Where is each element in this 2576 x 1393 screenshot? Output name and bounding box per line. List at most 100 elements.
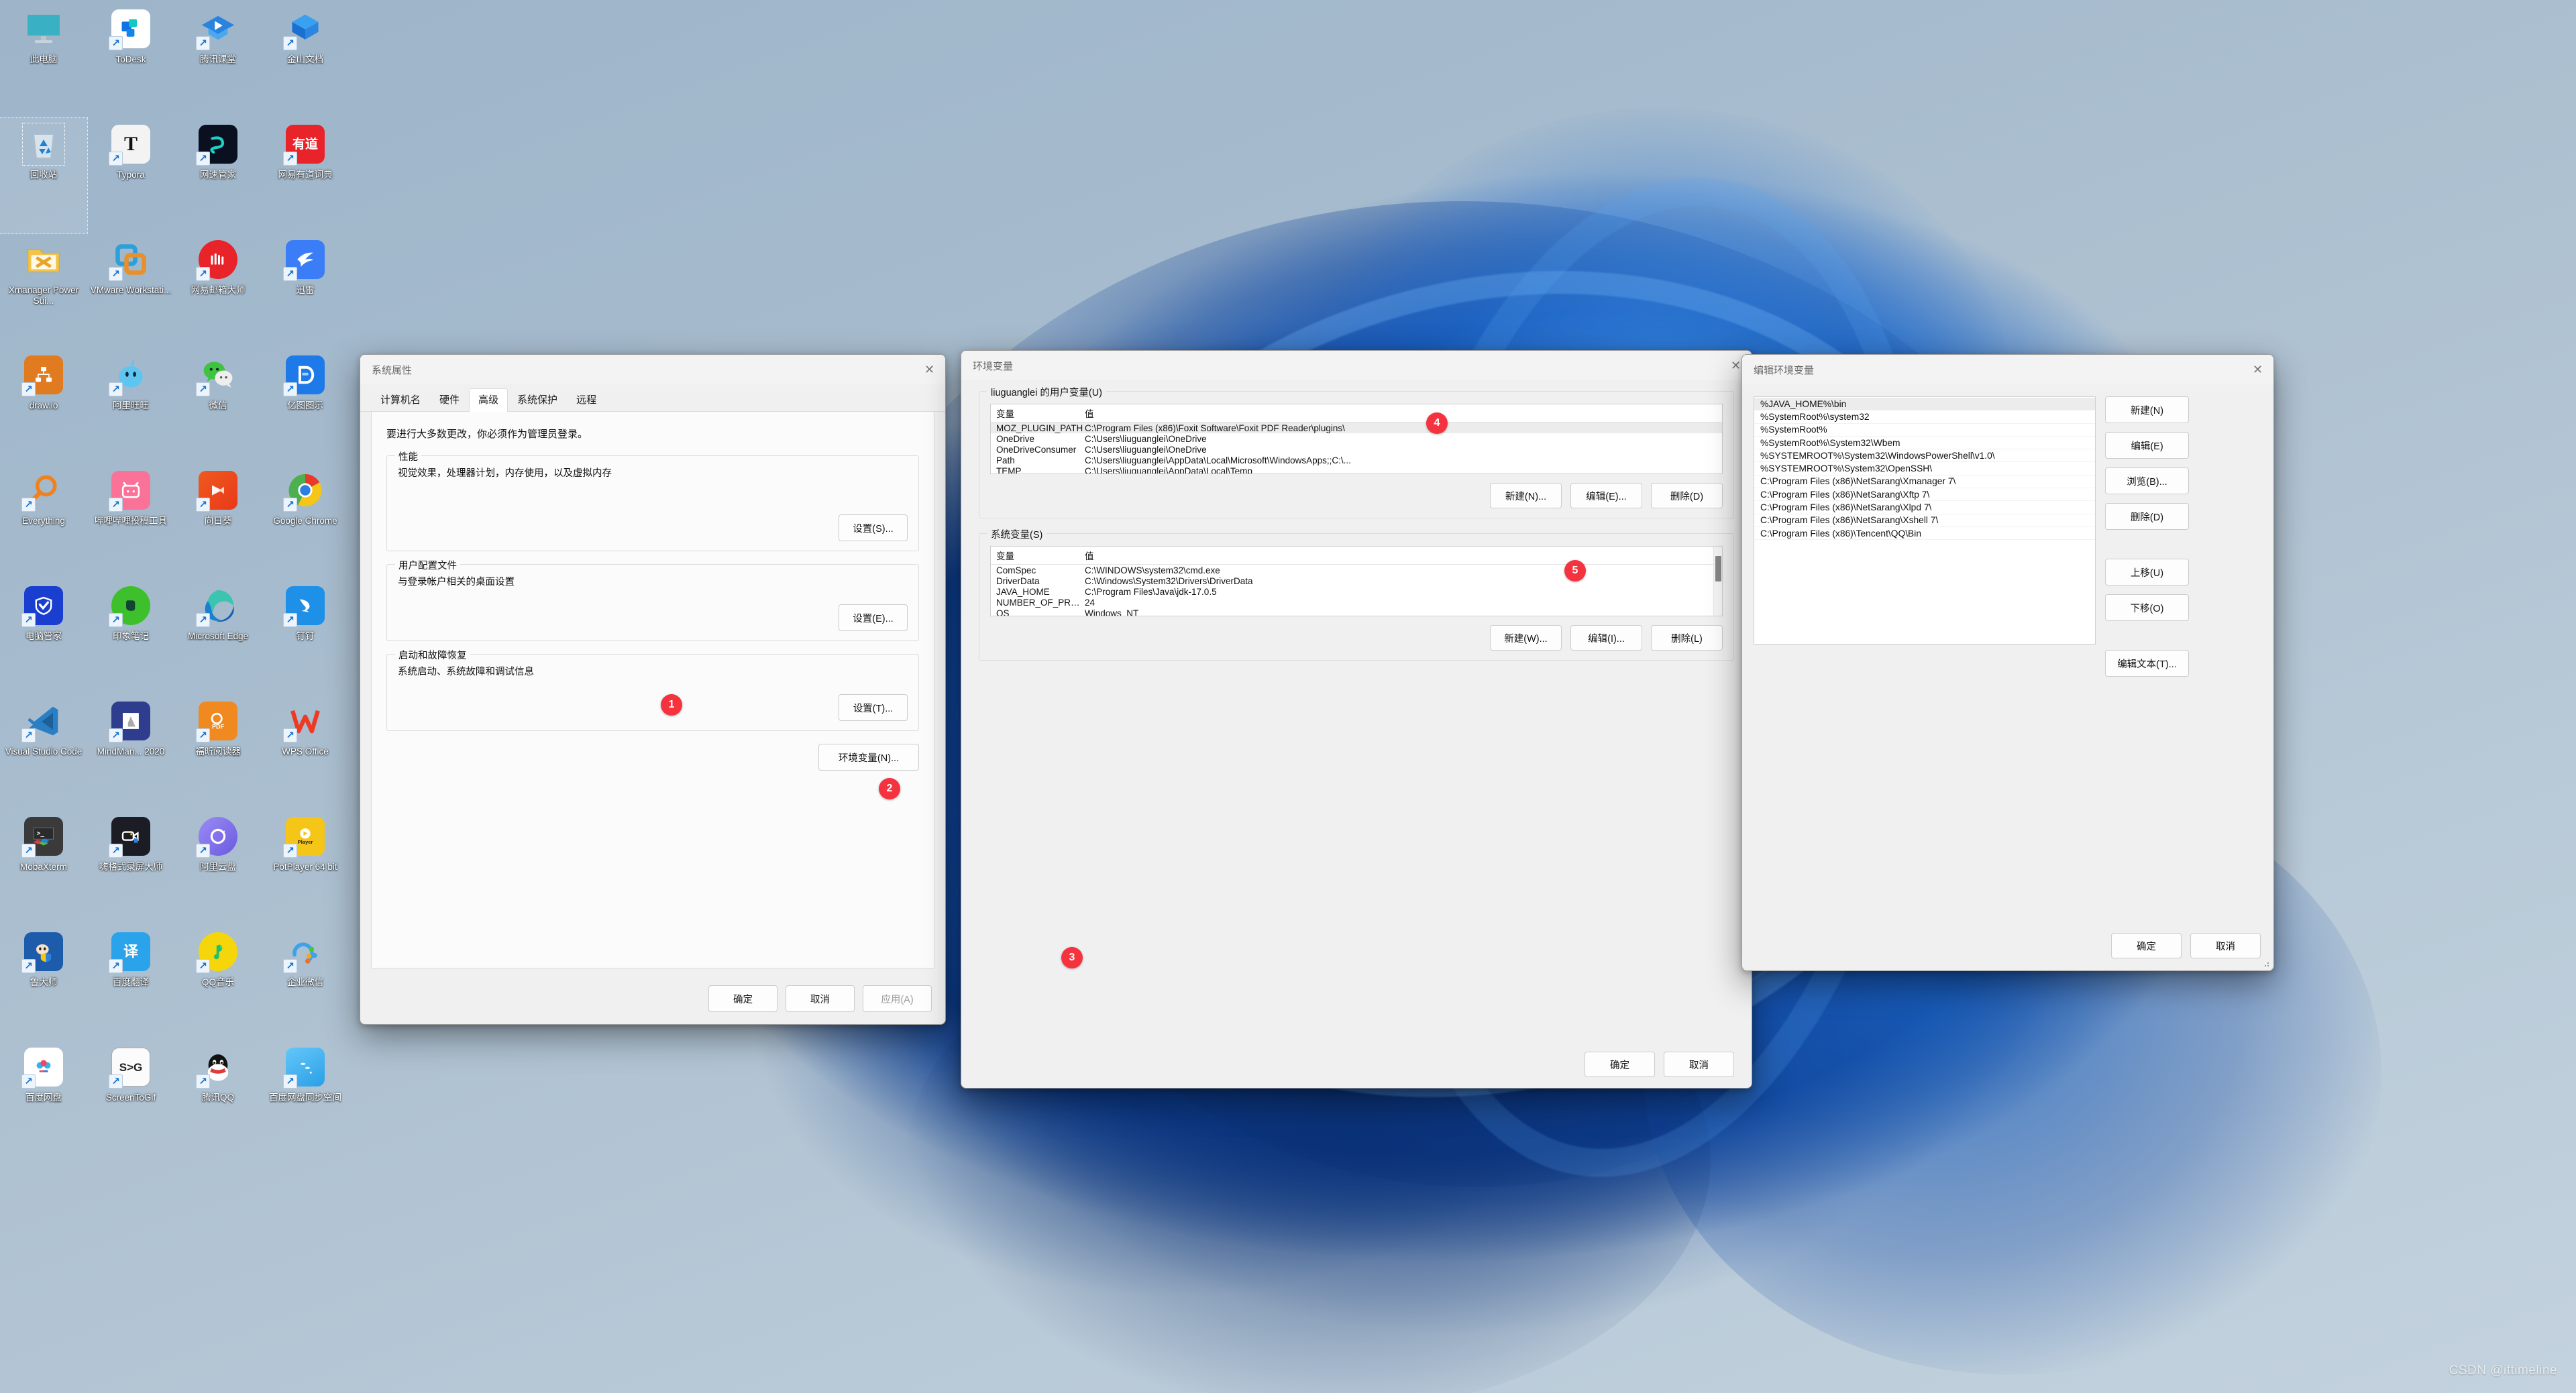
close-icon[interactable]: ✕ <box>914 355 945 384</box>
system-variables-list[interactable]: 变量 值 ComSpec C:\WINDOWS\system32\cmd.exe D… <box>990 546 1723 616</box>
desktop-icon-screentogif[interactable]: S>G ↗ ScreenToGif <box>87 1041 174 1156</box>
startup-recovery-settings-button[interactable]: 设置(T)... <box>839 694 908 721</box>
desktop-icon-dingtalk[interactable]: ↗ 钉钉 <box>262 579 349 695</box>
table-row[interactable]: Path C:\Users\liuguanglei\AppData\Local\M… <box>991 455 1722 466</box>
desktop-icon-baidu-netdisk[interactable]: ↗ 百度网盘 <box>0 1041 87 1156</box>
desktop-icon-baidu-translate[interactable]: 译 ↗ 百度翻译 <box>87 926 174 1041</box>
desktop-icon-youdao-dict[interactable]: 有道 ↗ 网易有道词典 <box>262 118 349 233</box>
desktop-icon-sunlogin[interactable]: ↗ 向日葵 <box>174 464 262 579</box>
path-entry-row[interactable]: %SystemRoot%\System32\Wbem <box>1754 437 2095 450</box>
path-edit-text-button[interactable]: 编辑文本(T)... <box>2105 650 2189 677</box>
system-edit-button[interactable]: 编辑(I)... <box>1570 625 1642 651</box>
user-edit-button[interactable]: 编辑(E)... <box>1570 483 1642 508</box>
path-browse-button[interactable]: 浏览(B)... <box>2105 467 2189 494</box>
environment-variables-cancel-button[interactable]: 取消 <box>1664 1052 1734 1077</box>
desktop-icon-edraw[interactable]: ↗ 亿图图示 <box>262 349 349 464</box>
path-entry-row[interactable]: %SYSTEMROOT%\System32\OpenSSH\ <box>1754 462 2095 476</box>
path-move-down-button[interactable]: 下移(O) <box>2105 594 2189 621</box>
environment-variables-titlebar[interactable]: 环境变量 ✕ <box>961 351 1752 380</box>
desktop-icon-mindmanager[interactable]: ↗ MindMan... 2020 <box>87 695 174 810</box>
desktop-icon-netease-mail[interactable]: ↗ 网易邮箱大师 <box>174 233 262 349</box>
system-delete-button[interactable]: 删除(L) <box>1651 625 1723 651</box>
desktop-icon-potplayer[interactable]: Player ↗ PotPlayer 64 bit <box>262 810 349 926</box>
desktop-icon-drawio[interactable]: ↗ draw.io <box>0 349 87 464</box>
system-variables-scroll-thumb[interactable] <box>1715 556 1721 581</box>
system-variables-scrollbar[interactable] <box>1713 547 1722 616</box>
path-new-button[interactable]: 新建(N) <box>2105 396 2189 423</box>
desktop-icon-chrome[interactable]: ↗ Google Chrome <box>262 464 349 579</box>
path-entry-row[interactable]: %SystemRoot% <box>1754 424 2095 437</box>
path-entry-row[interactable]: C:\Program Files (x86)\NetSarang\Xftp 7\ <box>1754 488 2095 502</box>
close-icon[interactable]: ✕ <box>2242 355 2273 384</box>
table-row[interactable]: TEMP C:\Users\liuguanglei\AppData\Local\T… <box>991 466 1722 473</box>
path-entry-row[interactable]: %SYSTEMROOT%\System32\WindowsPowerShell\… <box>1754 449 2095 463</box>
system-properties-apply-button[interactable]: 应用(A) <box>863 985 932 1012</box>
desktop-icon-tencent-qq[interactable]: ↗ 腾讯QQ <box>174 1041 262 1156</box>
desktop-icon-wecom[interactable]: ↗ 企业微信 <box>262 926 349 1041</box>
table-row[interactable]: MOZ_PLUGIN_PATH C:\Program Files (x86)\Fo… <box>991 423 1722 434</box>
environment-variables-ok-button[interactable]: 确定 <box>1585 1052 1655 1077</box>
user-delete-button[interactable]: 删除(D) <box>1651 483 1723 508</box>
resize-grip-icon[interactable] <box>2262 960 2270 968</box>
desktop-icon-everything[interactable]: ↗ Everything <box>0 464 87 579</box>
path-entry-row[interactable]: %SystemRoot%\system32 <box>1754 410 2095 424</box>
path-entry-row[interactable]: %JAVA_HOME%\bin <box>1754 398 2095 411</box>
desktop-icon-todesk[interactable]: ↗ ToDesk <box>87 3 174 118</box>
table-row[interactable]: OS Windows_NT <box>991 608 1722 616</box>
user-variables-list[interactable]: 变量 值 MOZ_PLUGIN_PATH C:\Program Files (x8… <box>990 404 1723 474</box>
desktop-icon-netspeed-manager[interactable]: ↗ 网速管家 <box>174 118 262 233</box>
tab-3[interactable]: 系统保护 <box>508 388 567 411</box>
tab-0[interactable]: 计算机名 <box>371 388 430 411</box>
path-entries-list[interactable]: %JAVA_HOME%\bin %SystemRoot%\system32 %Sys… <box>1754 396 2096 645</box>
user-profile-settings-button[interactable]: 设置(E)... <box>839 604 908 631</box>
performance-settings-button[interactable]: 设置(S)... <box>839 514 908 541</box>
desktop-icon-higeshi-recorder[interactable]: ↗ 嗨格式录屏大师 <box>87 810 174 926</box>
path-edit-button[interactable]: 编辑(E) <box>2105 432 2189 459</box>
table-row[interactable]: OneDriveConsumer C:\Users\liuguanglei\One… <box>991 444 1722 455</box>
tab-4[interactable]: 远程 <box>567 388 606 411</box>
tab-1[interactable]: 硬件 <box>430 388 469 411</box>
desktop-icon-vmware-workstation[interactable]: ↗ VMware Workstati... <box>87 233 174 349</box>
desktop-icon-wechat[interactable]: ↗ 微信 <box>174 349 262 464</box>
desktop-icon-wps-office[interactable]: ↗ WPS Office <box>262 695 349 810</box>
desktop-icon-pc-manager[interactable]: ↗ 电脑管家 <box>0 579 87 695</box>
user-new-button[interactable]: 新建(N)... <box>1490 483 1562 508</box>
desktop-icon-edge[interactable]: ↗ Microsoft Edge <box>174 579 262 695</box>
system-new-button[interactable]: 新建(W)... <box>1490 625 1562 651</box>
desktop-icon-vscode[interactable]: ↗ Visual Studio Code <box>0 695 87 810</box>
table-row[interactable]: DriverData C:\Windows\System32\Drivers\Dr… <box>991 575 1722 586</box>
edit-environment-variable-titlebar[interactable]: 编辑环境变量 ✕ <box>1742 355 2273 384</box>
path-move-up-button[interactable]: 上移(U) <box>2105 559 2189 586</box>
environment-variables-button[interactable]: 环境变量(N)... <box>818 744 919 771</box>
desktop-icon-ludashi[interactable]: ↗ 鲁大师 <box>0 926 87 1041</box>
table-row[interactable]: JAVA_HOME C:\Program Files\Java\jdk-17.0.… <box>991 586 1722 597</box>
table-row[interactable]: OneDrive C:\Users\liuguanglei\OneDrive <box>991 433 1722 444</box>
desktop-icon-thunder[interactable]: ↗ 迅雷 <box>262 233 349 349</box>
desktop-icon-typora[interactable]: T ↗ Typora <box>87 118 174 233</box>
path-entry-row[interactable]: C:\Program Files (x86)\Tencent\QQ\Bin <box>1754 527 2095 541</box>
desktop-icon-xmanager-folder[interactable]: Xmanager Power Sui... <box>0 233 87 349</box>
table-row[interactable]: NUMBER_OF_PROCESSORS24 <box>991 598 1722 608</box>
desktop-icon-qq-music[interactable]: ↗ QQ音乐 <box>174 926 262 1041</box>
table-row[interactable]: ComSpec C:\WINDOWS\system32\cmd.exe <box>991 565 1722 575</box>
system-properties-ok-button[interactable]: 确定 <box>708 985 777 1012</box>
desktop-icon-kingsoft-docs[interactable]: ↗ 金山文档 <box>262 3 349 118</box>
path-entry-row[interactable]: C:\Program Files (x86)\NetSarang\Xmanage… <box>1754 476 2095 489</box>
edit-env-cancel-button[interactable]: 取消 <box>2190 933 2261 958</box>
desktop-icon-aliwangwang[interactable]: ↗ 阿里旺旺 <box>87 349 174 464</box>
desktop-icon-this-pc[interactable]: 此电脑 <box>0 3 87 118</box>
system-properties-cancel-button[interactable]: 取消 <box>786 985 855 1012</box>
path-delete-button[interactable]: 删除(D) <box>2105 503 2189 530</box>
system-properties-titlebar[interactable]: 系统属性 ✕ <box>360 355 945 384</box>
desktop-icon-baidu-netdisk-sync[interactable]: ↗ 百度网盘同步空间 <box>262 1041 349 1156</box>
desktop-icon-bilibili-upload[interactable]: ↗ 哔哩哔哩投稿工具 <box>87 464 174 579</box>
edit-env-ok-button[interactable]: 确定 <box>2111 933 2182 958</box>
desktop-icon-tencent-classroom[interactable]: ↗ 腾讯课堂 <box>174 3 262 118</box>
desktop-icon-recycle-bin[interactable]: 回收站 <box>0 117 88 234</box>
path-entry-row[interactable]: C:\Program Files (x86)\NetSarang\Xlpd 7\ <box>1754 501 2095 514</box>
path-entry-row[interactable]: C:\Program Files (x86)\NetSarang\Xshell … <box>1754 514 2095 527</box>
tab-2[interactable]: 高级 <box>469 388 508 412</box>
desktop-icon-aliyun-drive[interactable]: ↗ 阿里云盘 <box>174 810 262 926</box>
desktop-icon-foxit-reader[interactable]: PDF ↗ 福昕阅读器 <box>174 695 262 810</box>
desktop-icon-evernote[interactable]: ↗ 印象笔记 <box>87 579 174 695</box>
